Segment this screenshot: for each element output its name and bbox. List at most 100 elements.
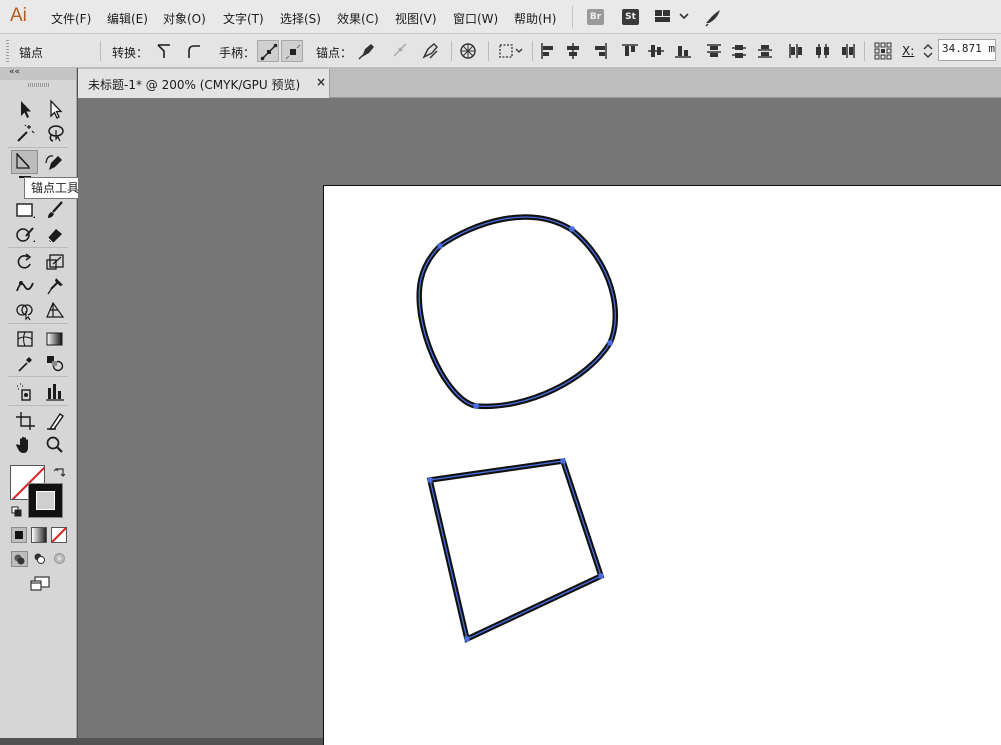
isolate-object-icon[interactable] — [457, 40, 479, 62]
hand-tool-icon[interactable] — [13, 434, 37, 456]
quad-selection-outline — [429, 460, 602, 640]
tools-panel-header[interactable]: «« — [0, 67, 76, 80]
artboard-tool-icon[interactable] — [13, 410, 37, 432]
draw-inside-icon[interactable] — [52, 551, 67, 569]
menu-window[interactable]: 窗口(W) — [453, 10, 498, 27]
direct-selection-tool-icon[interactable] — [43, 98, 67, 120]
align-horizontal-center-icon[interactable] — [562, 40, 584, 62]
gpu-performance-icon[interactable] — [704, 7, 724, 30]
align-right-icon[interactable] — [589, 40, 611, 62]
rotate-tool-icon[interactable] — [13, 251, 37, 273]
blob-anchor-2[interactable] — [569, 226, 575, 232]
menu-view[interactable]: 视图(V) — [395, 10, 437, 27]
distribute-top-icon[interactable] — [703, 40, 725, 62]
column-graph-tool-icon[interactable] — [43, 381, 67, 403]
canvas-area[interactable] — [78, 98, 1001, 745]
distribute-right-icon[interactable] — [837, 40, 859, 62]
color-mode-swatch — [15, 531, 23, 539]
draw-normal-icon[interactable] — [11, 551, 28, 567]
blob-path[interactable] — [416, 214, 619, 410]
quad-path[interactable] — [426, 457, 605, 643]
menu-select[interactable]: 选择(S) — [280, 10, 321, 27]
blend-tool-icon[interactable] — [43, 352, 67, 374]
perspective-grid-tool-icon[interactable] — [43, 299, 67, 321]
change-screen-mode-icon[interactable] — [29, 575, 51, 596]
quad-anchor-2[interactable] — [560, 458, 566, 464]
curvature-tool-icon[interactable] — [43, 151, 67, 173]
zoom-tool-icon[interactable] — [43, 434, 67, 456]
rectangle-tool-icon[interactable] — [13, 199, 37, 221]
show-handles-icon[interactable] — [257, 40, 279, 62]
shaper-tool-icon[interactable] — [13, 223, 37, 245]
control-bar-grip[interactable] — [6, 40, 9, 62]
collapse-panel-icon[interactable]: «« — [9, 67, 20, 77]
distribute-vertical-center-icon[interactable] — [728, 40, 750, 62]
align-to-selection-icon[interactable] — [497, 40, 525, 62]
magic-wand-tool-icon[interactable] — [13, 122, 37, 144]
x-coordinate-input[interactable]: 34.871 mm — [938, 39, 996, 61]
divider — [488, 41, 489, 61]
align-left-icon[interactable] — [537, 40, 559, 62]
document-tab[interactable]: 未标题-1* @ 200% (CMYK/GPU 预览) × — [78, 69, 330, 98]
swap-fill-stroke-icon[interactable] — [53, 466, 67, 483]
slice-tool-icon[interactable] — [43, 410, 67, 432]
x-stepper-icon[interactable] — [921, 40, 935, 62]
connect-anchors-icon — [389, 40, 411, 62]
close-tab-icon[interactable]: × — [316, 75, 326, 89]
paintbrush-tool-icon[interactable] — [43, 199, 67, 221]
menu-file[interactable]: 文件(F) — [51, 10, 91, 27]
gradient-mode-icon[interactable] — [31, 527, 47, 543]
quad-anchor-4[interactable] — [464, 636, 470, 642]
tools-panel-grip[interactable] — [28, 83, 50, 87]
cut-path-at-anchor-icon[interactable] — [419, 40, 441, 62]
distribute-horizontal-center-icon[interactable] — [811, 40, 833, 62]
none-mode-icon[interactable] — [51, 527, 67, 543]
eraser-tool-icon[interactable] — [43, 223, 67, 245]
align-bottom-icon[interactable] — [672, 40, 694, 62]
divider — [100, 41, 101, 61]
symbol-sprayer-tool-icon[interactable] — [13, 381, 37, 403]
menu-effect[interactable]: 效果(C) — [337, 10, 379, 27]
distribute-left-icon[interactable] — [785, 40, 807, 62]
tools-divider — [8, 247, 68, 248]
artboard[interactable] — [323, 185, 1001, 745]
convert-to-corner-icon[interactable] — [153, 40, 175, 62]
mesh-tool-icon[interactable] — [13, 328, 37, 350]
divider — [451, 41, 452, 61]
x-label: X: — [902, 44, 915, 58]
align-top-icon[interactable] — [619, 40, 641, 62]
convert-to-smooth-icon[interactable] — [183, 40, 205, 62]
hide-handles-icon[interactable] — [281, 40, 303, 62]
color-mode-icon[interactable] — [11, 527, 27, 543]
menu-type[interactable]: 文字(T) — [223, 10, 264, 27]
menu-separator — [572, 6, 573, 28]
quad-anchor-1[interactable] — [427, 477, 433, 483]
blob-anchor-4[interactable] — [473, 403, 479, 409]
blob-anchor-1[interactable] — [437, 243, 443, 249]
bridge-button[interactable]: Br — [587, 9, 604, 25]
draw-behind-icon[interactable] — [32, 551, 47, 569]
gradient-tool-icon[interactable] — [43, 328, 67, 350]
selection-tool-icon[interactable] — [13, 98, 37, 120]
stock-button[interactable]: St — [622, 9, 639, 25]
scale-tool-icon[interactable] — [43, 251, 67, 273]
menu-edit[interactable]: 编辑(E) — [107, 10, 148, 27]
shape-builder-tool-icon[interactable] — [13, 299, 37, 321]
stroke-swatch[interactable] — [28, 483, 63, 518]
eyedropper-tool-icon[interactable] — [13, 352, 37, 374]
default-fill-stroke-icon[interactable] — [11, 506, 23, 521]
remove-anchor-icon[interactable] — [356, 40, 378, 62]
puppet-warp-tool-icon[interactable] — [43, 275, 67, 297]
quad-anchor-3[interactable] — [598, 573, 604, 579]
align-vertical-center-icon[interactable] — [645, 40, 667, 62]
workspace-layout-icon[interactable] — [654, 7, 690, 30]
menu-object[interactable]: 对象(O) — [163, 10, 206, 27]
anchor-point-tool-icon[interactable] — [11, 150, 38, 174]
warp-tool-icon[interactable] — [13, 275, 37, 297]
menu-help[interactable]: 帮助(H) — [514, 10, 556, 27]
reference-point-icon[interactable] — [872, 40, 894, 62]
control-bar: 锚点 转换： 手柄： 锚点： X: — [0, 34, 1001, 68]
blob-anchor-3[interactable] — [607, 340, 613, 346]
distribute-bottom-icon[interactable] — [754, 40, 776, 62]
lasso-tool-icon[interactable] — [43, 122, 67, 144]
